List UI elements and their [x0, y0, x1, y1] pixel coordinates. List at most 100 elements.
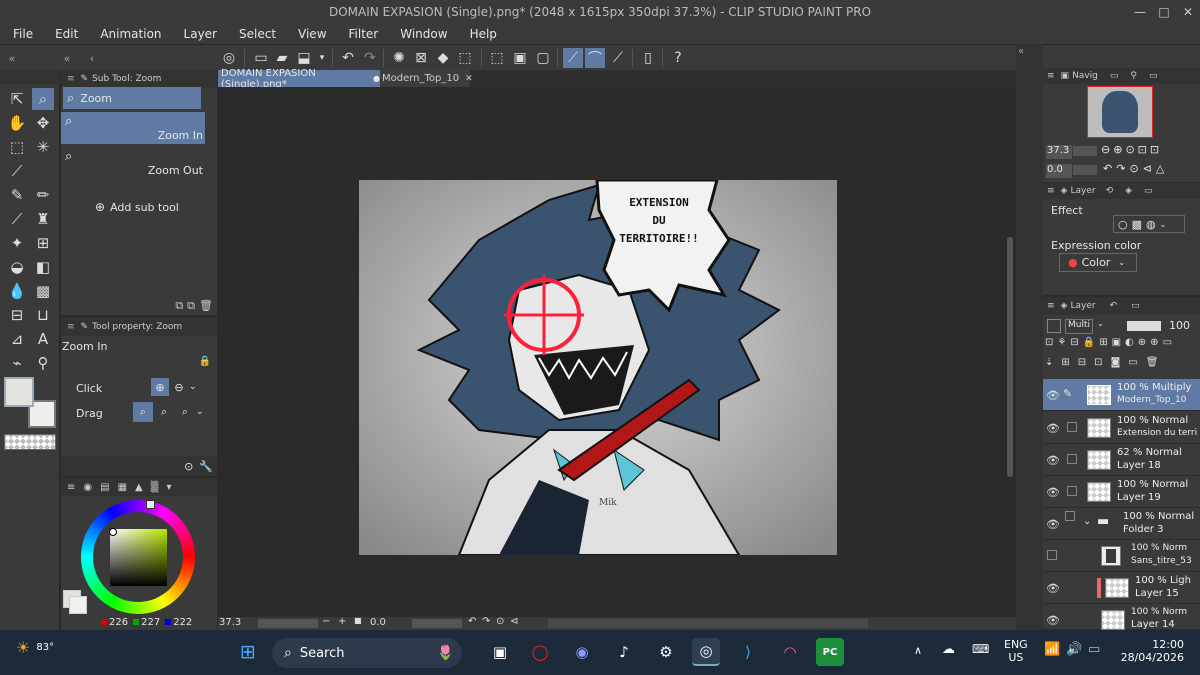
- menu-animation[interactable]: Animation: [87, 24, 170, 44]
- ruler-tab-icon[interactable]: ▭: [1149, 71, 1158, 81]
- drag-rect-zoom-icon[interactable]: ⌕: [175, 402, 195, 422]
- wrench-icon[interactable]: 🔧: [199, 460, 213, 473]
- rotate-right-icon[interactable]: ↷: [1116, 162, 1125, 175]
- flip-horizontal-icon[interactable]: ⊲: [1143, 162, 1152, 175]
- close-button[interactable]: ✕: [1176, 0, 1200, 24]
- layer-row-extension[interactable]: 👁 100 % Normal Extension du terri: [1043, 412, 1200, 444]
- selection-border-icon[interactable]: ▢: [533, 48, 553, 68]
- layer-row-layer-19[interactable]: 👁 100 % Normal Layer 19: [1043, 476, 1200, 508]
- copy-subtool-icon[interactable]: ⧉: [175, 299, 183, 313]
- chevron-down-icon[interactable]: ⌄: [189, 378, 201, 396]
- menu-window[interactable]: Window: [387, 24, 456, 44]
- reset-rotation-icon[interactable]: ⊙: [1129, 162, 1138, 175]
- layer-row-folder-3[interactable]: 👁 ⌄ ▬ 100 % Normal Folder 3: [1043, 508, 1200, 540]
- rotate-left-icon[interactable]: ↶: [1103, 162, 1112, 175]
- opera-icon[interactable]: ◯: [526, 638, 554, 666]
- layer-row-layer-15[interactable]: 👁 100 % Ligh Layer 15: [1043, 572, 1200, 604]
- panel-menu-icon[interactable]: ≡: [1047, 186, 1055, 196]
- search-tab-icon[interactable]: ⚲: [1130, 71, 1137, 81]
- flip-icon[interactable]: ⊲: [510, 616, 518, 627]
- artwork-canvas[interactable]: EXTENSION DU TERRITOIRE!! Mik: [359, 180, 837, 555]
- battery-icon[interactable]: ▭: [1088, 642, 1100, 657]
- text-icon[interactable]: A: [32, 328, 54, 350]
- deselect-icon[interactable]: ⬚: [487, 48, 507, 68]
- language-indicator[interactable]: ENG US: [1004, 638, 1028, 664]
- windows-start-icon[interactable]: ⊞: [234, 638, 262, 666]
- collapse-left-icon[interactable]: «: [2, 48, 22, 68]
- pencil-icon[interactable]: ✏: [32, 184, 54, 206]
- chevron-down-icon[interactable]: ⌄: [1160, 220, 1167, 229]
- layer-color-swatch[interactable]: [1047, 319, 1061, 333]
- mask-icon[interactable]: ▣: [1112, 337, 1121, 348]
- tab-domain-expasion[interactable]: DOMAIN EXPASION (Single).png* ●: [218, 68, 380, 90]
- zoom-minus-icon[interactable]: −: [322, 616, 330, 627]
- pen-icon[interactable]: ✎: [6, 184, 28, 206]
- intermediate-color-tab-icon[interactable]: ▲: [135, 482, 143, 493]
- sub-tool-zoom-in[interactable]: ⌕ Zoom In: [61, 112, 205, 144]
- vertical-scrollbar[interactable]: [1004, 87, 1016, 617]
- smartphone-icon[interactable]: ▯: [638, 48, 658, 68]
- opacity-slider[interactable]: [1127, 321, 1161, 331]
- navigator-zoom-input[interactable]: 37.3: [1046, 145, 1072, 159]
- ruler-snap-icon[interactable]: ⟋: [563, 48, 583, 68]
- object-select-icon[interactable]: ⇱: [6, 88, 28, 110]
- menu-file[interactable]: File: [0, 24, 42, 44]
- transparent-color-swatch[interactable]: [4, 434, 56, 450]
- tiktok-icon[interactable]: ♪: [610, 638, 638, 666]
- auto-action-tab-icon[interactable]: ▭: [1131, 301, 1140, 311]
- clock[interactable]: 12:00 28/04/2026: [1118, 638, 1184, 664]
- loading-icon[interactable]: ✺: [389, 48, 409, 68]
- close-tab-icon[interactable]: ●: [373, 74, 380, 83]
- chevron-down-icon[interactable]: ⌄: [196, 402, 208, 422]
- mesh-icon[interactable]: ⊞: [32, 232, 54, 254]
- color-picker-handle[interactable]: [109, 528, 117, 536]
- sub-tool-group-zoom[interactable]: ⌕ Zoom: [63, 87, 201, 109]
- blend-icon[interactable]: 💧: [6, 280, 28, 302]
- fit-icon[interactable]: ■: [354, 616, 362, 625]
- eye-icon[interactable]: 👁: [1046, 614, 1060, 627]
- vscode-icon[interactable]: ⟩: [734, 638, 762, 666]
- lock-layer-icon[interactable]: 🔒: [1083, 337, 1095, 348]
- main-color-swatch[interactable]: [4, 377, 34, 407]
- chevron-left-icon[interactable]: ‹: [82, 48, 102, 68]
- clip-studio-taskbar-icon[interactable]: ◎: [692, 638, 720, 666]
- move-icon[interactable]: ✥: [32, 112, 54, 134]
- hand-icon[interactable]: ✋: [6, 112, 28, 134]
- clear-icon[interactable]: ⊠: [411, 48, 431, 68]
- sub-tool-zoom-out[interactable]: ⌕ Zoom Out: [61, 147, 205, 179]
- blend-mode-select[interactable]: Multi: [1065, 319, 1093, 334]
- frame-icon[interactable]: ⊔: [32, 304, 54, 326]
- dropdown-icon[interactable]: ▾: [312, 48, 332, 68]
- menu-select[interactable]: Select: [226, 24, 285, 44]
- settings-icon[interactable]: ⊙: [184, 460, 193, 473]
- clip-studio-icon[interactable]: ◎: [219, 48, 239, 68]
- drag-area-zoom-icon[interactable]: ⌕: [154, 402, 174, 422]
- expression-color-select[interactable]: ● Color ⌄: [1059, 253, 1137, 272]
- discord-icon[interactable]: ◉: [568, 638, 596, 666]
- layer-row-layer-14[interactable]: 👁 100 % Norm Layer 14: [1043, 604, 1200, 630]
- panel-menu-icon[interactable]: ≡: [1047, 301, 1055, 311]
- layer-checkbox[interactable]: [1065, 511, 1075, 521]
- chevron-down-icon[interactable]: ▾: [166, 482, 171, 493]
- fit-to-window-icon[interactable]: ⊡: [1138, 143, 1147, 156]
- minimize-button[interactable]: —: [1128, 0, 1152, 24]
- zoom-value[interactable]: 37.3: [219, 617, 241, 628]
- color-slider-tab-icon[interactable]: ▤: [100, 482, 109, 493]
- layer-checkbox[interactable]: [1067, 486, 1077, 496]
- layer-checkbox[interactable]: [1067, 454, 1077, 464]
- fill-bucket-icon[interactable]: ◒: [6, 256, 28, 278]
- navigator-tab-icon[interactable]: ▣: [1061, 71, 1070, 81]
- effect-buttons[interactable]: ○ ▩ ◍ ⌄: [1113, 215, 1185, 233]
- eraser-icon[interactable]: ◧: [32, 256, 54, 278]
- rotation-value[interactable]: 0.0: [370, 617, 386, 628]
- zoom-in-mode-icon[interactable]: ⊕: [151, 378, 169, 396]
- zoom-tool-icon[interactable]: ⌕: [32, 88, 54, 110]
- rotation-slider[interactable]: [412, 619, 462, 628]
- correct-line-icon[interactable]: ⚲: [32, 352, 54, 374]
- magic-wand-icon[interactable]: ✳: [32, 136, 54, 158]
- grid-snap-icon[interactable]: ⟋: [608, 48, 628, 68]
- eye-icon[interactable]: 👁: [1046, 518, 1060, 531]
- chevron-down-icon[interactable]: ⌄: [1083, 516, 1091, 527]
- new-file-icon[interactable]: ▭: [251, 48, 271, 68]
- taskbar-search[interactable]: ⌕ Search 🌷: [272, 638, 462, 668]
